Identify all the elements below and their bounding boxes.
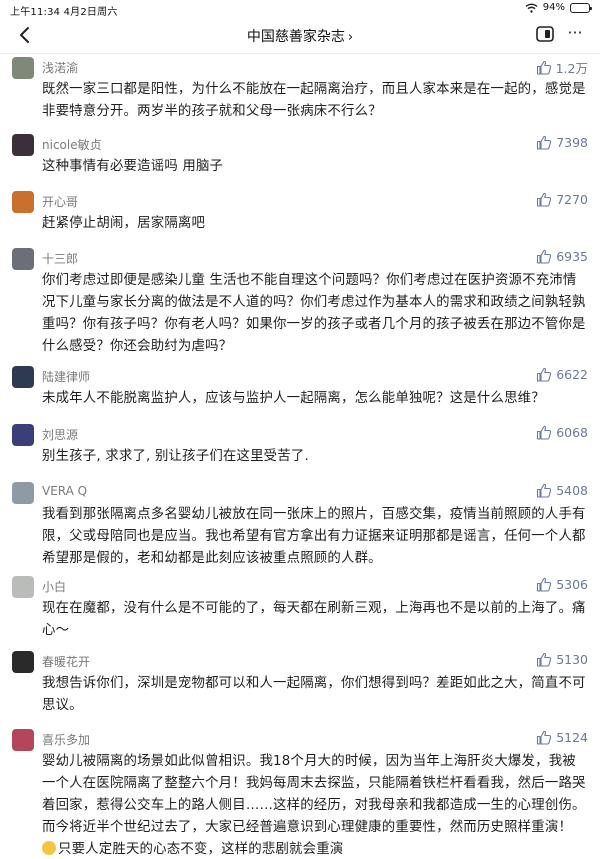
like-count: 6935 (556, 249, 588, 264)
status-indicators: 94% (525, 2, 592, 13)
comment-author[interactable]: 喜乐多加 (42, 731, 90, 748)
like-button[interactable]: 5130 (536, 652, 588, 667)
comment-text: 赶紧停止胡闹，居家隔离吧 (42, 216, 206, 231)
comment-text-main: 婴幼儿被隔离的场景如此似曾相识。我18个月大的时候，因为当年上海肝炎大爆发，我被… (42, 754, 586, 835)
like-count: 5130 (556, 652, 588, 667)
avatar[interactable] (12, 248, 34, 270)
avatar[interactable] (12, 366, 34, 388)
comment-text: 你们考虑过即便是感染儿童 生活也不能自理这个问题吗？你们考虑过在医护资源不充沛情… (42, 273, 586, 354)
battery-icon (570, 2, 592, 13)
like-button[interactable]: 5306 (536, 577, 588, 592)
like-count: 6622 (556, 367, 588, 382)
thumbs-up-icon (537, 135, 552, 150)
comment-text: 未成年人不能脱离监护人，应该与监护人一起隔离，怎么能单独呢？这是什么思维？ (42, 391, 545, 406)
avatar[interactable] (12, 729, 34, 751)
like-count: 6068 (556, 425, 588, 440)
crying-face-emoji-icon (42, 841, 56, 855)
comment-text: 我想告诉你们，深圳是宠物都可以和人一起隔离，你们想得到吗？差距如此之大，简直不可… (42, 676, 586, 713)
comment-author[interactable]: 浅渃渝 (42, 59, 78, 76)
status-time: 上午11:34 4月2日周六 (10, 7, 118, 18)
comment-author[interactable]: nicole敏贞 (42, 136, 102, 153)
comment-author[interactable]: VERA Q (42, 484, 87, 498)
like-button[interactable]: 6935 (536, 249, 588, 264)
like-count: 5124 (556, 730, 588, 745)
chevron-right-icon: › (347, 30, 354, 45)
avatar[interactable] (12, 651, 34, 673)
comment-author[interactable]: 开心哥 (42, 193, 78, 210)
like-button[interactable]: 1.2万 (536, 58, 588, 77)
like-button[interactable]: 5408 (536, 483, 588, 498)
comment-text: 现在在魔都，没有什么是不可能的了，每天都在刷新三观，上海再也不是以前的上海了。痛… (42, 601, 586, 638)
like-button[interactable]: 6622 (536, 367, 588, 382)
comment-text: 这种事情有必要造谣吗 用脑子 (42, 159, 224, 174)
like-button[interactable]: 7270 (536, 192, 588, 207)
avatar[interactable] (12, 424, 34, 446)
thumbs-up-icon (537, 192, 552, 207)
comment-author[interactable]: 小白 (42, 578, 66, 595)
thumbs-up-icon (536, 60, 551, 75)
like-button[interactable]: 7398 (536, 135, 588, 150)
status-bar: 上午11:34 4月2日周六 94% (0, 0, 600, 18)
minimize-window-icon[interactable] (536, 26, 554, 42)
like-count: 7270 (556, 192, 588, 207)
like-button[interactable]: 5124 (536, 730, 588, 745)
like-count: 7398 (556, 135, 588, 150)
nav-bar: 中国慈善家杂志 › ··· (0, 18, 600, 54)
comment-author[interactable]: 刘思源 (42, 426, 78, 443)
avatar[interactable] (12, 191, 34, 213)
thumbs-up-icon (537, 249, 552, 264)
more-options-icon[interactable]: ··· (562, 24, 588, 46)
comment-text: 别生孩子, 求求了, 别让孩子们在这里受苦了. (42, 449, 309, 464)
thumbs-up-icon (537, 730, 552, 745)
like-count: 1.2万 (555, 61, 588, 76)
like-count: 5306 (556, 577, 588, 592)
comment-text-tail: 只要人定胜天的心态不变，这样的悲剧就会重演 (58, 842, 344, 857)
page-title-text: 中国慈善家杂志 (246, 29, 345, 45)
thumbs-up-icon (537, 577, 552, 592)
avatar[interactable] (12, 134, 34, 156)
wifi-icon (525, 3, 538, 13)
thumbs-up-icon (537, 367, 552, 382)
comment-author[interactable]: 陆建律师 (42, 368, 90, 385)
thumbs-up-icon (537, 425, 552, 440)
page-title[interactable]: 中国慈善家杂志 › (0, 26, 600, 46)
avatar[interactable] (12, 576, 34, 598)
avatar[interactable] (12, 57, 34, 79)
comment-author[interactable]: 十三郎 (42, 250, 78, 267)
like-button[interactable]: 6068 (536, 425, 588, 440)
like-count: 5408 (556, 483, 588, 498)
comment-text: 婴幼儿被隔离的场景如此似曾相识。我18个月大的时候，因为当年上海肝炎大爆发，我被… (42, 751, 586, 859)
thumbs-up-icon (537, 483, 552, 498)
comment-author[interactable]: 春暖花开 (42, 653, 90, 670)
comment-text: 既然一家三口都是阳性，为什么不能放在一起隔离治疗，而且人家本来是在一起的，感觉是… (42, 82, 586, 119)
thumbs-up-icon (537, 652, 552, 667)
avatar[interactable] (12, 482, 34, 504)
battery-percent: 94% (542, 2, 565, 13)
comment-text: 我看到那张隔离点多名婴幼儿被放在同一张床上的照片，百感交集，疫情当前照顾的人手有… (42, 507, 586, 566)
